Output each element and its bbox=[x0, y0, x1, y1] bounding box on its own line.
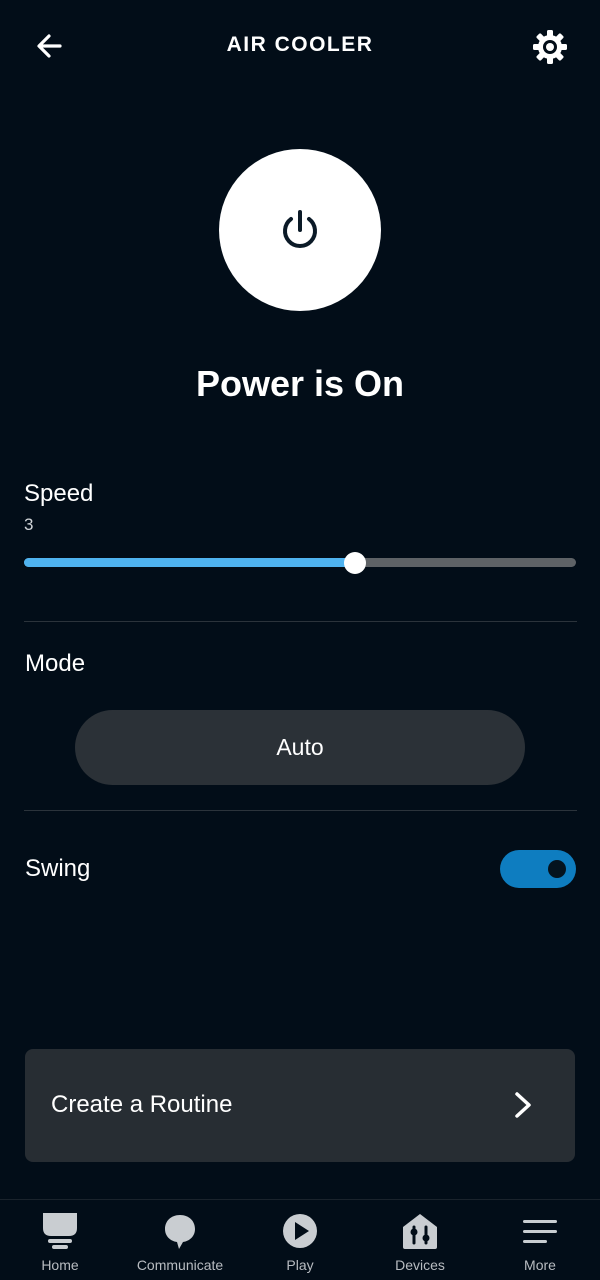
menu-icon bbox=[523, 1220, 557, 1243]
settings-button[interactable] bbox=[530, 27, 570, 67]
nav-label: Communicate bbox=[136, 1257, 224, 1273]
nav-more[interactable]: More bbox=[480, 1200, 600, 1280]
speed-slider[interactable] bbox=[24, 552, 576, 574]
mode-value: Auto bbox=[276, 734, 324, 760]
bottom-navigation: Home Communicate Play Devices More bbox=[0, 1199, 600, 1280]
devices-icon bbox=[403, 1214, 437, 1249]
slider-thumb[interactable] bbox=[344, 552, 366, 574]
routine-label: Create a Routine bbox=[51, 1091, 233, 1118]
header: AIR COOLER bbox=[0, 0, 600, 92]
swing-label: Swing bbox=[25, 855, 91, 882]
play-icon bbox=[283, 1214, 317, 1248]
air-cooler-screen: AIR COOLER Power is On Speed 3 Mode Auto… bbox=[0, 0, 600, 1280]
slider-fill bbox=[24, 558, 355, 567]
gear-icon bbox=[533, 30, 567, 64]
power-icon bbox=[283, 210, 317, 248]
power-status: Power is On bbox=[195, 363, 405, 404]
chevron-right-icon bbox=[515, 1092, 531, 1118]
mode-selector-button[interactable]: Auto bbox=[75, 710, 525, 785]
home-icon bbox=[43, 1213, 77, 1249]
divider bbox=[24, 621, 577, 622]
toggle-knob bbox=[548, 860, 566, 878]
mode-label: Mode bbox=[25, 650, 86, 677]
nav-label: Play bbox=[286, 1257, 314, 1273]
divider bbox=[24, 810, 577, 811]
nav-label: More bbox=[524, 1257, 556, 1273]
nav-communicate[interactable]: Communicate bbox=[120, 1200, 240, 1280]
nav-label: Home bbox=[41, 1257, 79, 1273]
nav-label: Devices bbox=[395, 1257, 445, 1273]
speed-value: 3 bbox=[24, 515, 34, 534]
create-routine-button[interactable]: Create a Routine bbox=[25, 1049, 575, 1162]
chat-bubble-icon bbox=[165, 1215, 195, 1249]
nav-devices[interactable]: Devices bbox=[360, 1200, 480, 1280]
speed-label: Speed bbox=[24, 480, 94, 507]
page-title: AIR COOLER bbox=[226, 33, 374, 56]
nav-home[interactable]: Home bbox=[0, 1200, 120, 1280]
swing-toggle[interactable] bbox=[500, 850, 576, 888]
nav-play[interactable]: Play bbox=[240, 1200, 360, 1280]
power-button[interactable] bbox=[219, 149, 381, 311]
